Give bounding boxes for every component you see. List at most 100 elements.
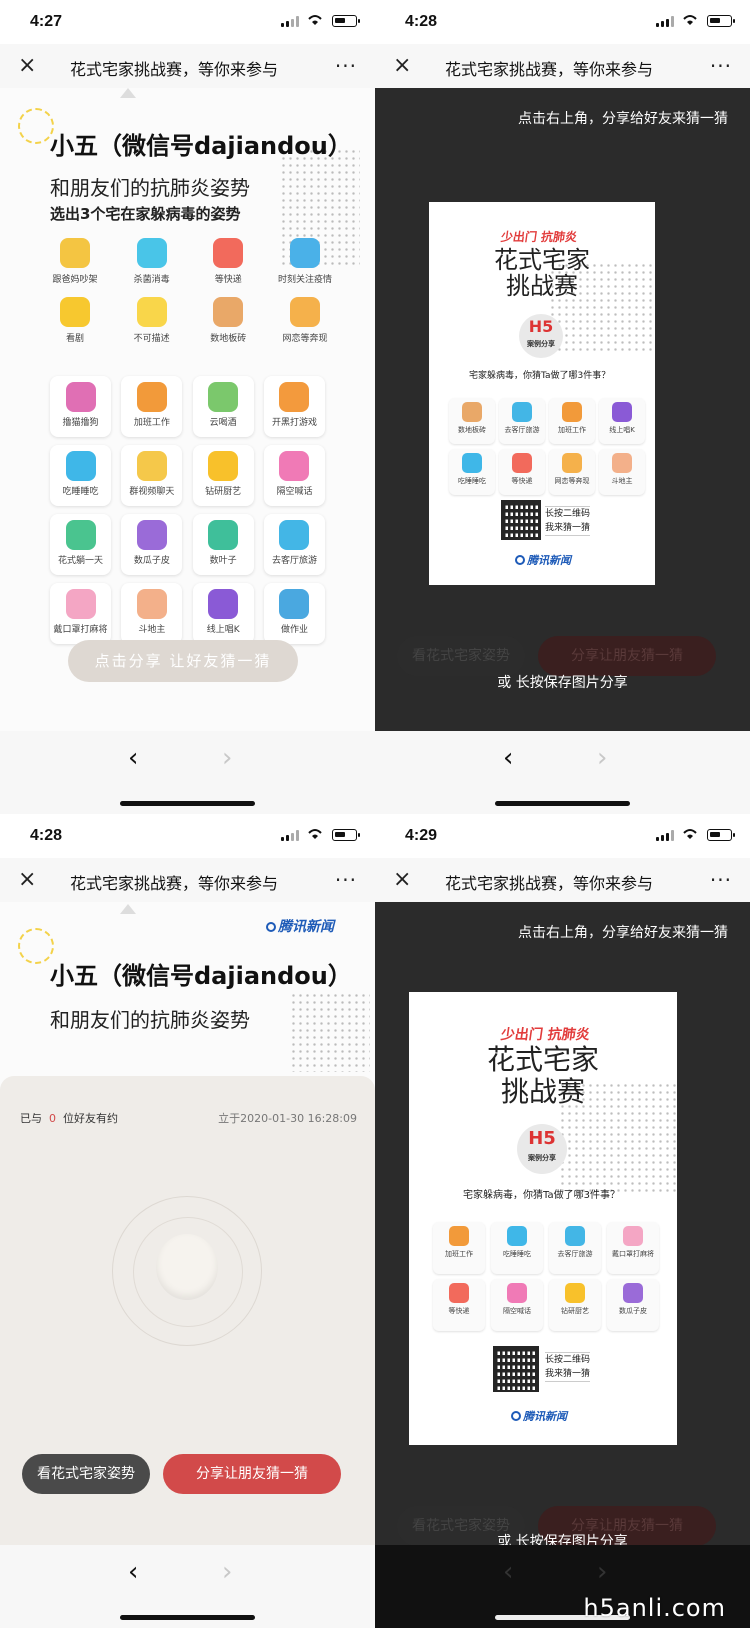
forward-icon[interactable]: › [222,743,232,773]
gift-icon [213,238,244,268]
seed-icon [136,520,167,550]
close-icon[interactable]: × [18,55,38,77]
close-icon[interactable]: × [393,55,413,77]
option-card[interactable]: 去客厅旅游 [263,514,325,575]
option-item[interactable]: 看剧 [40,297,110,344]
poster-item: 网恋等奔现 [549,449,595,495]
option-item[interactable]: 杀菌消毒 [117,238,187,285]
tencent-logo-icon [266,922,276,932]
option-card[interactable]: 群视频聊天 [121,445,183,506]
video-chat-icon [136,451,167,481]
top-icon-grid: 跟爸妈吵架 杀菌消毒 等快递 时刻关注疫情 看剧 不可描述 数地板砖 网恋等奔现 [40,238,340,356]
option-card[interactable]: 戴口罩打麻将 [50,583,111,644]
option-card[interactable]: 钻研厨艺 [192,445,254,506]
qr-code[interactable] [493,1346,539,1392]
back-icon[interactable]: ‹ [128,1557,138,1587]
h5-badge: H5 案例分享 [519,314,563,358]
poster-question: 宅家躲病毒，你猜Ta做了哪3件事？ [463,1190,620,1201]
hearts-icon [289,297,320,327]
mahjong-icon [623,1226,643,1246]
option-card[interactable]: 数叶子 [192,514,254,575]
view-poses-button[interactable]: 看花式宅家姿势 [22,1454,150,1494]
option-card[interactable]: 数瓜子皮 [121,514,183,575]
qr-code[interactable] [501,500,541,540]
result-content: 腾讯新闻 小五（微信号dajiandou） 和朋友们的抗肺炎姿势 已与 0 位好… [0,902,375,1545]
forward-icon[interactable]: › [597,743,607,773]
status-time: 4:27 [30,13,63,30]
option-card[interactable]: 做作业 [263,583,325,644]
option-item[interactable]: 数地板砖 [193,297,263,344]
desk-icon [136,382,167,412]
seed-icon [623,1283,643,1303]
watermark: h5anli.com [583,1594,726,1622]
poster-item: 数瓜子皮 [607,1279,659,1331]
title-bar: × 花式宅家挑战赛，等你来参与 ··· [0,858,375,902]
view-button-dimmed: 看花式宅家姿势 [397,636,525,676]
back-icon[interactable]: ‹ [503,1557,513,1587]
pacman-icon [65,451,96,481]
tencent-news-logo: 腾讯新闻 [266,916,334,936]
option-item[interactable]: 不可描述 [117,297,187,344]
cat-icon [65,382,96,412]
status-time: 4:28 [405,13,438,30]
lying-person-icon [65,520,96,550]
tencent-logo-icon [511,1411,521,1421]
page-title: 花式宅家挑战赛，等你来参与 [445,874,654,893]
status-time: 4:29 [405,827,438,844]
close-icon[interactable]: × [393,869,413,891]
option-card[interactable]: 撸猫撸狗 [50,376,111,437]
more-icon[interactable]: ··· [710,868,732,892]
screen-share-poster: 4:28 × 花式宅家挑战赛，等你来参与 ··· 点击右上角，分享给好友来猜一猜… [375,0,750,814]
share-poster[interactable]: 少出门 抗肺炎 花式宅家 挑战赛 H5 案例分享 宅家躲病毒，你猜Ta做了哪3件事… [429,202,655,585]
forward-icon[interactable]: › [222,1557,232,1587]
tencent-news-logo: 腾讯新闻 [511,1408,567,1424]
cookie-icon [156,1234,218,1300]
option-item[interactable]: 网恋等奔现 [270,297,340,344]
share-button[interactable]: 点击分享 让好友猜一猜 [68,640,298,682]
option-card[interactable]: 开黑打游戏 [263,376,325,437]
option-card[interactable]: 加班工作 [121,376,183,437]
more-icon[interactable]: ··· [335,54,357,78]
mahjong-icon [65,589,96,619]
share-tip-bottom: 或 长按保存图片分享 [497,675,628,691]
forward-icon[interactable]: › [597,1557,607,1587]
poster-item: 戴口罩打麻将 [607,1222,659,1274]
close-icon[interactable]: × [18,869,38,891]
back-icon[interactable]: ‹ [503,743,513,773]
h5-badge: H5 案例分享 [517,1124,567,1174]
battery-icon [332,829,360,841]
instruction: 选出3个宅在家躲病毒的姿势 [50,205,241,223]
more-icon[interactable]: ··· [710,54,732,78]
mask-icon [289,238,320,268]
option-card[interactable]: 花式躺一天 [50,514,111,575]
pacman-icon [462,453,482,473]
option-card[interactable]: 吃睡睡吃 [50,445,111,506]
option-cards: 撸猫撸狗 加班工作 云喝酒 开黑打游戏 吃睡睡吃 群视频聊天 钻研厨艺 隔空喊话… [50,376,325,652]
screen-result-poster: 4:29 × 花式宅家挑战赛，等你来参与 ··· 点击右上角，分享给好友来猜一猜… [375,814,750,1628]
signal-icon [656,830,674,841]
qr-caption: 长按二维码 我来猜一猜 [545,1352,591,1382]
sofa-icon [512,402,532,422]
share-poster[interactable]: 少出门 抗肺炎 花式宅家 挑战赛 H5 案例分享 宅家躲病毒，你猜Ta做了哪3件事… [409,992,677,1445]
more-icon[interactable]: ··· [335,868,357,892]
option-card[interactable]: 斗地主 [121,583,183,644]
poster-tag: 少出门 抗肺炎 [499,1027,591,1043]
gift-icon [512,453,532,473]
selection-content: 小五（微信号dajiandou） 和朋友们的抗肺炎姿势 选出3个宅在家躲病毒的姿… [0,88,375,731]
wifi-icon [683,829,697,839]
bottom-nav: ‹ › [0,731,375,814]
microphone-icon [208,589,239,619]
share-to-friends-button[interactable]: 分享让朋友猜一猜 [163,1454,341,1494]
option-item[interactable]: 等快递 [193,238,263,285]
option-item[interactable]: 时刻关注疫情 [270,238,340,285]
poster-title-line2: 挑战赛 [500,1075,585,1108]
option-card[interactable]: 隔空喊话 [263,445,325,506]
option-item[interactable]: 跟爸妈吵架 [40,238,110,285]
status-bar: 4:28 [0,814,375,858]
result-sheet: 已与 0 位好友有约 立于2020-01-30 16:28:09 看花式宅家姿势… [0,1076,375,1545]
option-card[interactable]: 线上唱K [192,583,254,644]
option-card[interactable]: 云喝酒 [192,376,254,437]
back-icon[interactable]: ‹ [128,743,138,773]
status-time: 4:28 [30,827,63,844]
title-bar: × 花式宅家挑战赛，等你来参与 ··· [0,44,375,88]
